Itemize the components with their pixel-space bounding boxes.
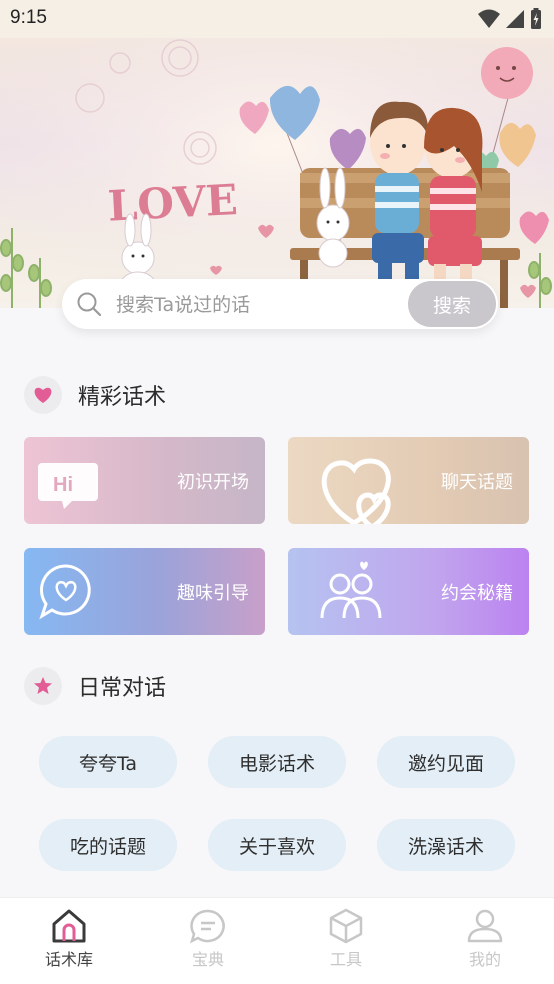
card-fun-guide[interactable]: 趣味引导 xyxy=(24,548,265,635)
card-dating-tips[interactable]: 约会秘籍 xyxy=(288,548,529,635)
svg-text:Hi: Hi xyxy=(53,474,73,496)
tab-label: 宝典 xyxy=(191,950,224,969)
search-input[interactable]: 搜索Ta说过的话 xyxy=(116,290,250,317)
status-icons xyxy=(478,8,542,30)
search-button[interactable]: 搜索 xyxy=(408,281,496,327)
daily-section-header: 日常对话 xyxy=(24,667,166,705)
star-badge xyxy=(24,667,62,705)
tab-script-library[interactable]: 话术库 xyxy=(19,908,119,970)
chip-food[interactable]: 吃的话题 xyxy=(39,819,177,871)
heart-badge xyxy=(24,376,62,414)
chip-about-liking[interactable]: 关于喜欢 xyxy=(208,819,346,871)
home-icon xyxy=(52,909,86,943)
signal-icon xyxy=(506,10,524,28)
wifi-icon xyxy=(478,9,500,28)
bottom-tab-bar: 话术库 宝典 工具 我的 xyxy=(0,897,554,984)
hi-bubble-icon: Hi xyxy=(38,463,98,509)
chip-praise[interactable]: 夸夸Ta xyxy=(39,736,177,788)
hearts-icon xyxy=(321,458,391,524)
couple-icon xyxy=(320,561,382,619)
star-icon xyxy=(34,677,52,694)
chip-bathing[interactable]: 洗澡话术 xyxy=(377,819,515,871)
featured-section-header: 精彩话术 xyxy=(24,376,166,414)
tab-label: 我的 xyxy=(468,950,501,969)
tab-mine[interactable]: 我的 xyxy=(435,908,535,970)
card-label: 聊天话题 xyxy=(441,472,513,493)
heart-bubble-icon xyxy=(39,564,91,620)
card-label: 约会秘籍 xyxy=(441,583,513,604)
chat-bubble-icon xyxy=(190,909,225,944)
status-time: 9:15 xyxy=(10,7,47,28)
cube-icon xyxy=(329,908,363,944)
chip-movie[interactable]: 电影话术 xyxy=(208,736,346,788)
featured-section-title: 精彩话术 xyxy=(78,385,167,410)
card-label: 初识开场 xyxy=(177,472,249,493)
search-bar: 搜索Ta说过的话 搜索 xyxy=(62,279,498,329)
card-label: 趣味引导 xyxy=(177,583,249,604)
tab-handbook[interactable]: 宝典 xyxy=(158,908,258,970)
status-bar: 9:15 xyxy=(0,0,554,38)
banner-illustration: LOVE xyxy=(0,38,554,308)
search-icon xyxy=(77,292,102,317)
chip-invite[interactable]: 邀约见面 xyxy=(377,736,515,788)
daily-section-title: 日常对话 xyxy=(78,676,167,701)
tab-label: 工具 xyxy=(329,950,362,969)
card-first-meet[interactable]: Hi 初识开场 xyxy=(24,437,265,524)
heart-icon xyxy=(34,387,52,403)
battery-icon xyxy=(531,8,541,29)
card-chat-topics[interactable]: 聊天话题 xyxy=(288,437,529,524)
tab-tools[interactable]: 工具 xyxy=(296,908,396,970)
user-icon xyxy=(467,909,503,943)
tab-label: 话术库 xyxy=(44,950,93,969)
